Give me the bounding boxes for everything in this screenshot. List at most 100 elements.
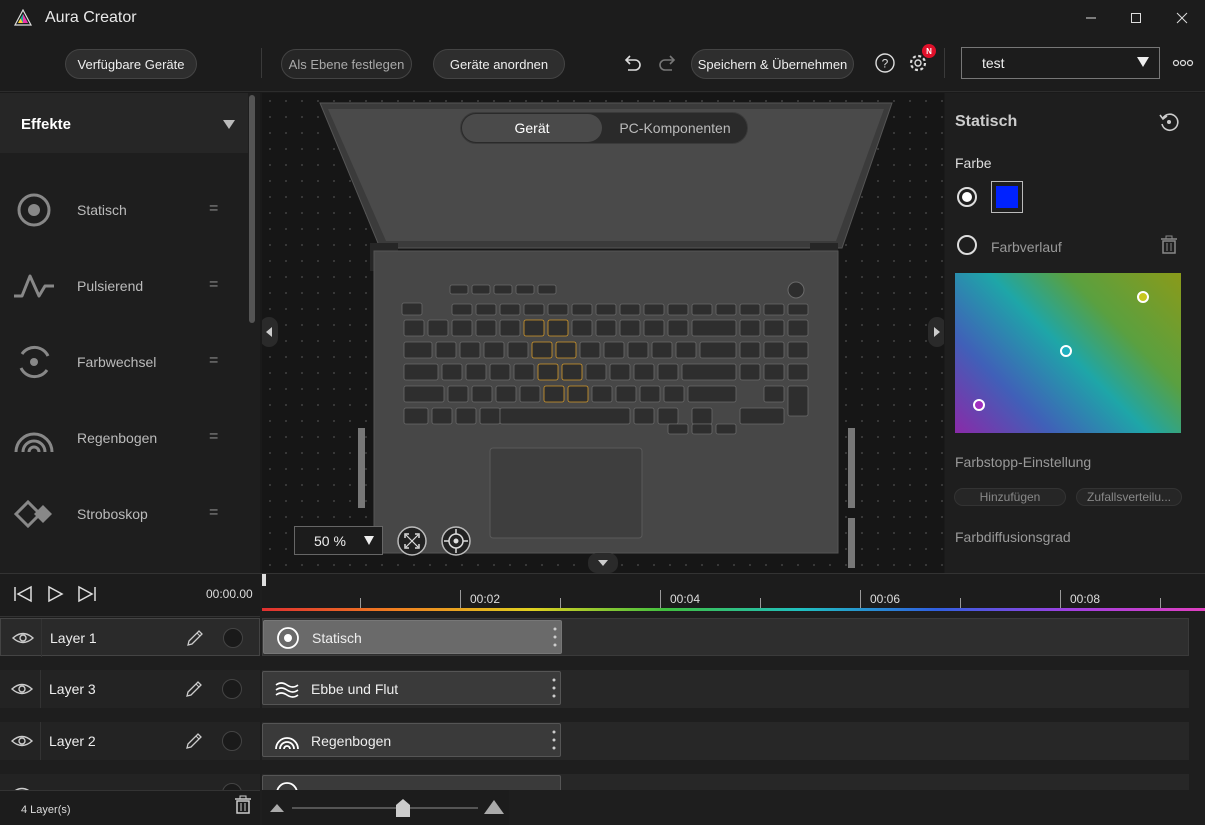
trash-icon[interactable] <box>233 795 253 815</box>
pencil-icon[interactable] <box>185 628 205 648</box>
redo-button[interactable] <box>655 51 681 77</box>
effect-clip[interactable] <box>262 775 561 790</box>
color-swatch[interactable] <box>991 181 1023 213</box>
layer-row[interactable] <box>0 774 260 790</box>
profile-select[interactable]: test <box>961 47 1160 79</box>
eye-icon[interactable] <box>11 628 35 648</box>
laptop-illustration <box>319 102 893 568</box>
kebab-icon[interactable] <box>552 677 556 699</box>
pencil-icon[interactable] <box>184 679 204 699</box>
more-button[interactable] <box>1170 50 1196 76</box>
center-view-icon[interactable] <box>440 525 472 557</box>
maximize-button[interactable] <box>1113 0 1159 36</box>
effects-scrollbar[interactable] <box>249 95 255 323</box>
undo-button[interactable] <box>619 51 645 77</box>
layer-divider <box>40 722 41 760</box>
skip-forward-icon[interactable] <box>76 584 98 604</box>
gradient-stop[interactable] <box>973 399 985 411</box>
minimize-button[interactable] <box>1068 0 1114 36</box>
available-devices-button[interactable]: Verfügbare Geräte <box>65 49 197 79</box>
layer-color-dot[interactable] <box>223 628 243 648</box>
kebab-icon[interactable] <box>552 729 556 751</box>
view-toggle: Gerät PC-Komponenten <box>460 112 748 144</box>
effect-item-color-cycle[interactable]: Farbwechsel = <box>0 324 248 400</box>
device-canvas[interactable]: Gerät PC-Komponenten 50 % <box>262 93 944 573</box>
eye-icon[interactable] <box>10 679 34 699</box>
ruler-tick <box>760 598 761 608</box>
playhead[interactable] <box>262 574 266 586</box>
zoom-in-icon[interactable] <box>484 798 504 814</box>
tab-pc-components[interactable]: PC-Komponenten <box>602 114 748 142</box>
ruler-tick <box>1160 598 1161 608</box>
drag-handle-icon[interactable]: = <box>209 200 218 218</box>
tick-label: 00:08 <box>1070 592 1101 606</box>
static-icon <box>277 627 299 649</box>
gradient-editor[interactable] <box>955 273 1181 433</box>
timeline-zoom-thumb[interactable] <box>396 799 410 817</box>
rainbow-icon <box>275 737 299 750</box>
collapse-right-button[interactable] <box>928 317 944 347</box>
effect-item-rainbow[interactable]: Regenbogen = <box>0 400 248 476</box>
timeline: 00:00.00 00:02 00:04 00:06 00:08 Layer 1… <box>0 573 1205 825</box>
eye-icon[interactable] <box>10 783 34 790</box>
clip-label: Ebbe und Flut <box>311 681 399 697</box>
ruler-tick <box>660 590 661 608</box>
save-apply-button[interactable]: Speichern & Übernehmen <box>691 49 854 79</box>
solid-color-radio[interactable] <box>957 187 977 207</box>
layer-track[interactable]: Ebbe und Flut <box>262 670 1189 708</box>
collapse-left-button[interactable] <box>262 317 278 347</box>
arrange-devices-button[interactable]: Geräte anordnen <box>433 49 565 79</box>
layer-track[interactable] <box>262 774 1189 790</box>
tick-label: 00:04 <box>670 592 701 606</box>
layer-color-dot[interactable] <box>222 679 242 699</box>
effect-clip[interactable]: Statisch <box>263 620 562 654</box>
timeline-zoom-track[interactable] <box>292 807 478 809</box>
help-button[interactable]: ? <box>872 50 898 76</box>
reset-icon[interactable] <box>1158 111 1180 133</box>
effect-clip[interactable]: Regenbogen <box>262 723 561 757</box>
gradient-stop[interactable] <box>1137 291 1149 303</box>
close-button[interactable] <box>1159 0 1205 36</box>
color-cycle-icon <box>19 345 50 379</box>
gradient-stop[interactable] <box>1060 345 1072 357</box>
layer-color-dot[interactable] <box>222 783 242 790</box>
layer-color-dot[interactable] <box>222 731 242 751</box>
effect-item-pulse[interactable]: Pulsierend = <box>0 248 248 324</box>
set-as-layer-button[interactable]: Als Ebene festlegen <box>281 49 412 79</box>
close-icon <box>1176 12 1188 24</box>
effects-header[interactable]: Effekte <box>0 93 248 153</box>
tab-device[interactable]: Gerät <box>462 114 602 142</box>
layer-count: 4 Layer(s) <box>21 804 71 816</box>
skip-back-icon[interactable] <box>12 584 34 604</box>
svg-text:?: ? <box>882 57 889 71</box>
effect-clip[interactable]: Ebbe und Flut <box>262 671 561 705</box>
time-ruler[interactable]: 00:02 00:04 00:06 00:08 <box>262 574 1205 611</box>
layer-row[interactable]: Layer 3 <box>0 670 260 708</box>
fit-to-screen-icon[interactable] <box>396 525 428 557</box>
more-icon <box>1172 59 1194 67</box>
minimize-icon <box>1086 17 1096 19</box>
drag-handle-icon[interactable]: = <box>209 428 218 446</box>
play-icon[interactable] <box>45 584 65 604</box>
drag-handle-icon[interactable]: = <box>209 504 218 522</box>
gradient-radio[interactable] <box>957 235 977 255</box>
pencil-icon[interactable] <box>184 731 204 751</box>
eye-icon[interactable] <box>10 731 34 751</box>
layer-track[interactable]: Statisch <box>262 618 1189 656</box>
drag-handle-icon[interactable]: = <box>209 276 218 294</box>
effect-item-static[interactable]: Statisch = <box>0 172 248 248</box>
ruler-tick <box>1060 590 1061 608</box>
zoom-out-icon[interactable] <box>270 802 284 812</box>
effect-item-strobe[interactable]: Stroboskop = <box>0 476 248 552</box>
kebab-icon[interactable] <box>553 626 557 648</box>
layer-track[interactable]: Regenbogen <box>262 722 1189 760</box>
randomize-button[interactable]: Zufallsverteilu... <box>1076 488 1182 506</box>
zoom-select[interactable]: 50 % <box>294 526 383 555</box>
drag-handle-icon[interactable]: = <box>209 352 218 370</box>
layer-row[interactable]: Layer 2 <box>0 722 260 760</box>
add-stop-button[interactable]: Hinzufügen <box>954 488 1066 506</box>
layer-row[interactable]: Layer 1 <box>0 618 260 657</box>
profile-select-value: test <box>982 55 1005 71</box>
trash-icon[interactable] <box>1159 235 1179 255</box>
collapse-timeline-button[interactable] <box>588 553 618 573</box>
